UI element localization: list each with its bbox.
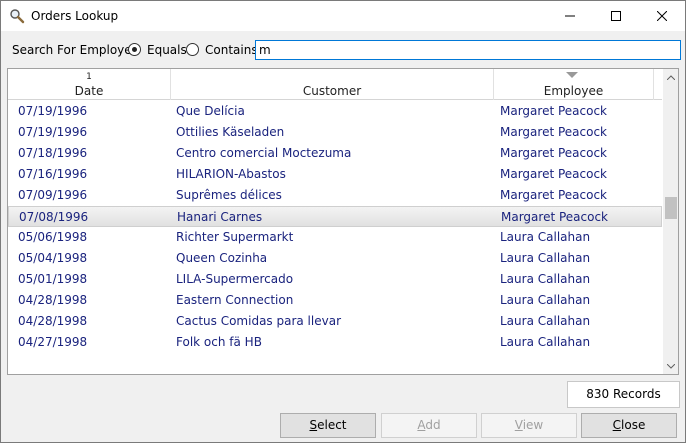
scroll-up-button[interactable]: [663, 69, 678, 85]
close-rest: lose: [621, 418, 646, 432]
table-row[interactable]: 04/28/1998 Eastern Connection Laura Callah…: [8, 290, 662, 311]
view-accel: V: [514, 418, 523, 432]
table-row[interactable]: 07/09/1996 Suprêmes délices Margaret Peaco…: [8, 185, 662, 206]
grid-rows: 07/19/1996 Que Delícia Margaret Peacock 07…: [8, 101, 662, 353]
orders-grid[interactable]: 1 Date Customer Employee 07/19/1996 Que D…: [7, 68, 679, 375]
records-found-status: 830 Records Found: [567, 381, 680, 426]
employee-cell: Laura Callahan: [500, 230, 591, 244]
customer-cell: LILA-Supermercado: [176, 272, 294, 286]
date-cell: 07/19/1996: [18, 104, 88, 118]
date-cell: 05/04/1998: [18, 251, 88, 265]
grid-header: 1 Date Customer Employee: [8, 69, 662, 100]
column-header-date-label: Date: [74, 84, 104, 98]
magnifier-icon: [9, 8, 25, 24]
customer-cell: Suprêmes délices: [176, 188, 282, 202]
employee-cell: Margaret Peacock: [500, 125, 608, 139]
date-cell: 04/28/1998: [18, 293, 88, 307]
customer-cell: Cactus Comidas para llevar: [176, 314, 341, 328]
customer-cell: Centro comercial Moctezuma: [176, 146, 352, 160]
table-row[interactable]: 04/28/1998 Cactus Comidas para llevar Laur…: [8, 311, 662, 332]
search-label: Search For Employee: [12, 43, 140, 57]
date-cell: 04/27/1998: [18, 335, 88, 349]
employee-cell: Margaret Peacock: [500, 104, 608, 118]
close-accel: C: [612, 418, 622, 432]
table-row[interactable]: 07/18/1996 Centro comercial Moctezuma Marg…: [8, 143, 662, 164]
add-button[interactable]: Add: [381, 413, 477, 438]
date-cell: 07/08/1996: [19, 210, 89, 224]
add-rest: dd: [425, 418, 441, 432]
maximize-icon: [611, 11, 621, 21]
minimize-button[interactable]: [547, 1, 593, 31]
table-row[interactable]: 07/19/1996 Que Delícia Margaret Peacock: [8, 101, 662, 122]
vertical-scrollbar[interactable]: [663, 69, 678, 374]
scroll-down-button[interactable]: [663, 358, 678, 374]
date-cell: 05/06/1998: [18, 230, 88, 244]
employee-cell: Margaret Peacock: [500, 146, 608, 160]
contains-radio[interactable]: [186, 43, 199, 56]
select-rest: elect: [317, 418, 347, 432]
equals-label[interactable]: Equals: [147, 43, 187, 57]
customer-cell: Que Delícia: [176, 104, 245, 118]
column-header-date[interactable]: 1 Date: [8, 69, 171, 100]
select-accel: S: [309, 418, 318, 432]
customer-cell: Richter Supermarkt: [176, 230, 294, 244]
column-header-customer[interactable]: Customer: [171, 69, 494, 100]
table-row[interactable]: 05/04/1998 Queen Cozinha Laura Callahan: [8, 248, 662, 269]
contains-label[interactable]: Contains: [205, 43, 258, 57]
close-window-button[interactable]: [639, 1, 685, 31]
table-row[interactable]: 05/06/1998 Richter Supermarkt Laura Callah…: [8, 227, 662, 248]
employee-cell: Margaret Peacock: [500, 167, 608, 181]
employee-cell: Laura Callahan: [500, 251, 591, 265]
table-row[interactable]: 07/16/1996 HILARION-Abastos Margaret Peaco…: [8, 164, 662, 185]
table-row[interactable]: 07/19/1996 Ottilies Käseladen Margaret Pea…: [8, 122, 662, 143]
table-row[interactable]: 05/01/1998 LILA-Supermercado Laura Callaha…: [8, 269, 662, 290]
date-cell: 07/18/1996: [18, 146, 88, 160]
minimize-icon: [565, 15, 575, 17]
customer-cell: HILARION-Abastos: [176, 167, 286, 181]
title-bar[interactable]: Orders Lookup: [1, 1, 685, 31]
scroll-thumb[interactable]: [665, 197, 677, 219]
customer-cell: Eastern Connection: [176, 293, 294, 307]
sort-order-indicator: 1: [86, 72, 92, 82]
table-row-selected[interactable]: 07/08/1996 Hanari Carnes Margaret Peacock: [8, 206, 662, 227]
close-button[interactable]: Close: [581, 413, 677, 438]
table-row[interactable]: 04/27/1998 Folk och fä HB Laura Callahan: [8, 332, 662, 353]
orders-lookup-window: Orders Lookup Search For Employee Equals…: [0, 0, 686, 443]
customer-cell: Ottilies Käseladen: [176, 125, 285, 139]
column-header-customer-label: Customer: [302, 84, 362, 98]
date-cell: 07/16/1996: [18, 167, 88, 181]
search-row: Search For Employee Equals Contains: [1, 39, 685, 61]
employee-cell: Laura Callahan: [500, 314, 591, 328]
window-title: Orders Lookup: [31, 9, 119, 23]
customer-cell: Hanari Carnes: [177, 210, 263, 224]
chevron-down-icon: [667, 363, 675, 369]
employee-cell: Laura Callahan: [500, 335, 591, 349]
employee-cell: Laura Callahan: [500, 272, 591, 286]
date-cell: 05/01/1998: [18, 272, 88, 286]
select-button[interactable]: Select: [280, 413, 376, 438]
employee-cell: Laura Callahan: [500, 293, 591, 307]
date-cell: 07/19/1996: [18, 125, 88, 139]
date-cell: 04/28/1998: [18, 314, 88, 328]
view-button[interactable]: View: [481, 413, 577, 438]
employee-cell: Margaret Peacock: [501, 210, 609, 224]
chevron-up-icon: [667, 74, 675, 80]
search-input[interactable]: [255, 40, 681, 60]
sort-descending-icon: [566, 72, 578, 78]
view-rest: iew: [522, 418, 544, 432]
equals-radio[interactable]: [128, 43, 141, 56]
date-cell: 07/09/1996: [18, 188, 88, 202]
customer-cell: Queen Cozinha: [176, 251, 268, 265]
column-header-employee-label: Employee: [543, 84, 604, 98]
employee-cell: Margaret Peacock: [500, 188, 608, 202]
column-header-employee[interactable]: Employee: [494, 69, 654, 100]
close-icon: [657, 11, 667, 21]
maximize-button[interactable]: [593, 1, 639, 31]
customer-cell: Folk och fä HB: [176, 335, 262, 349]
